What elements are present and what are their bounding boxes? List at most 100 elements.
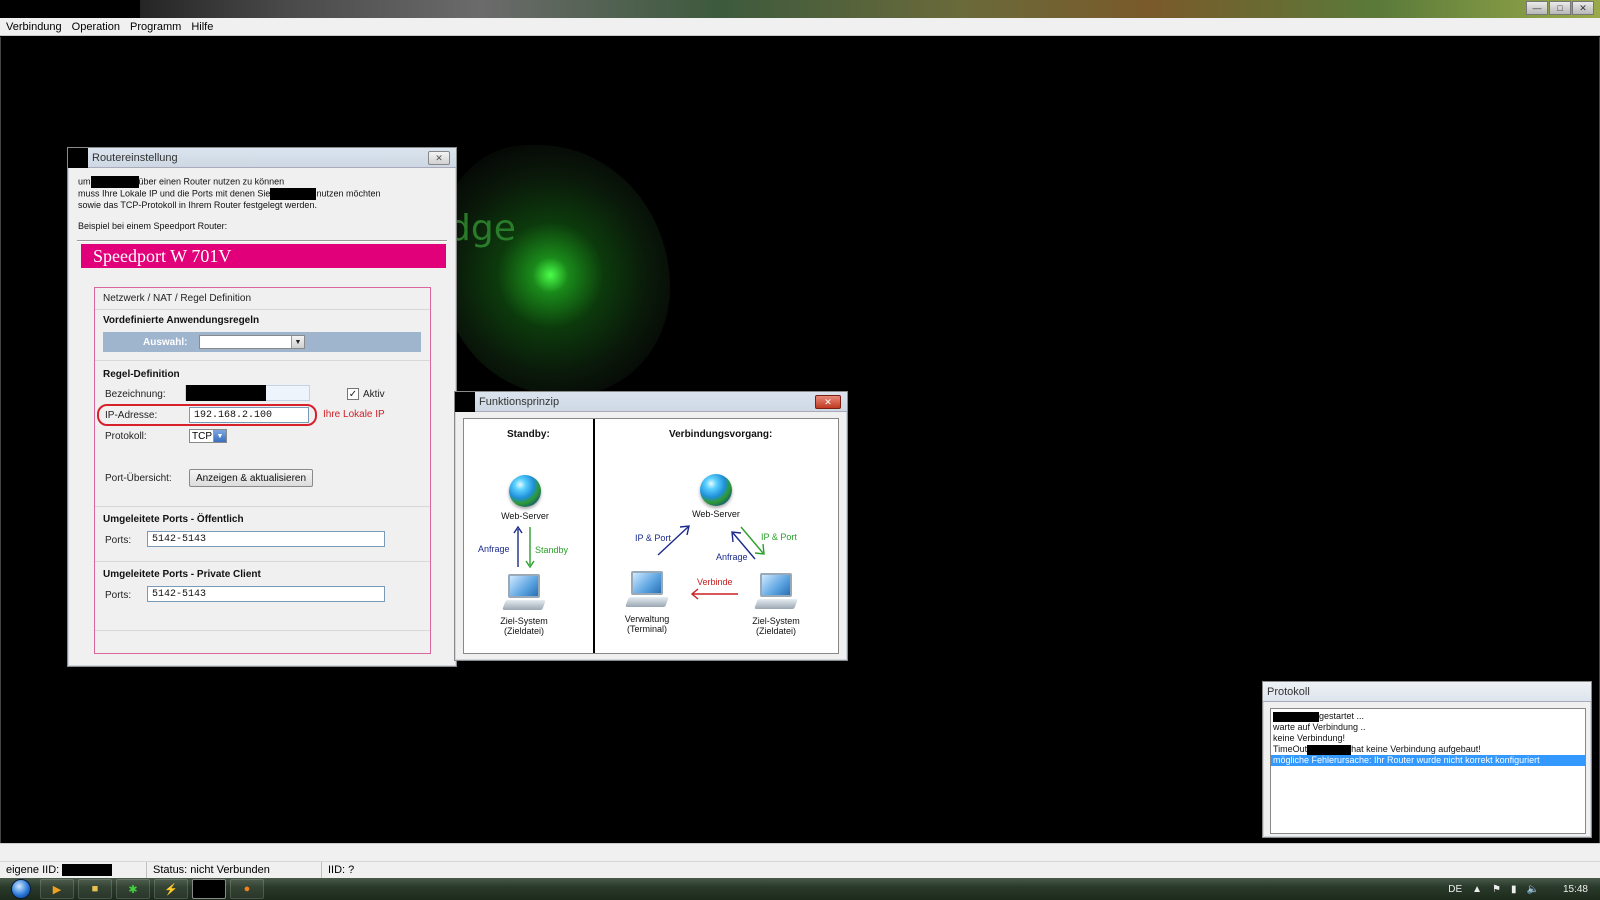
minimize-icon: —: [1532, 2, 1542, 13]
redacted-text: [1307, 744, 1352, 755]
rule-definition-title: Regel-Definition: [103, 369, 180, 380]
divider: [77, 240, 447, 242]
auswahl-select[interactable]: ▼: [199, 335, 305, 349]
clock[interactable]: 15:48: [1563, 884, 1588, 895]
protokoll-label: Protokoll:: [105, 431, 147, 442]
windows-logo-icon: [11, 879, 31, 899]
public-ports-title: Umgeleitete Ports - Öffentlich: [103, 514, 244, 525]
close-icon: ✕: [1579, 2, 1587, 13]
auswahl-label: Auswahl:: [143, 336, 188, 348]
title-redacted: [0, 0, 140, 18]
maximize-button[interactable]: □: [1549, 1, 1571, 15]
taskbar-app-button[interactable]: ⚡: [154, 879, 188, 899]
minimize-button[interactable]: —: [1526, 1, 1548, 15]
private-ports-input[interactable]: 5142-5143: [147, 586, 385, 602]
intro-text: sowie das TCP-Protokoll in Ihrem Router …: [78, 200, 317, 210]
redacted-text: [186, 385, 266, 401]
intro-text: um: [78, 176, 91, 187]
divider: [95, 506, 430, 507]
router-dialog-close-button[interactable]: ✕: [428, 151, 450, 165]
verwaltung-label: Verwaltung (Terminal): [612, 614, 682, 634]
tool-icon: ⚡: [164, 883, 178, 896]
globe-icon: [509, 475, 541, 507]
ip-address-input[interactable]: 192.168.2.100: [189, 407, 309, 423]
speedport-banner: Speedport W 701V: [81, 244, 446, 268]
log-text: keine Verbindung!: [1273, 733, 1346, 743]
statusbar: eigene IID: Status: nicht Verbunden IID:…: [0, 861, 1600, 878]
system-tray: DE ▲ ⚑ ▮ 🔈 15:48: [1448, 878, 1588, 900]
window-titlebar[interactable]: — □ ✕: [0, 0, 1600, 18]
menu-hilfe[interactable]: Hilfe: [187, 21, 217, 33]
ziel-system-label: Ziel-System (Zieldatei): [741, 616, 811, 636]
menu-verbindung[interactable]: Verbindung: [2, 21, 66, 33]
window-controls: — □ ✕: [1526, 1, 1594, 15]
close-button[interactable]: ✕: [1572, 1, 1594, 15]
ip-port-label-left: IP & Port: [635, 533, 671, 543]
ziel-system-label: Ziel-System (Zieldatei): [489, 616, 559, 636]
app-icon: [455, 391, 475, 412]
computer-icon: [502, 574, 546, 612]
flag-icon[interactable]: ⚑: [1492, 884, 1501, 895]
private-ports-title: Umgeleitete Ports - Private Client: [103, 569, 261, 580]
log-line[interactable]: keine Verbindung!: [1271, 733, 1585, 744]
divider: [95, 360, 430, 361]
language-indicator[interactable]: DE: [1448, 884, 1462, 895]
router-dialog-title: Routereinstellung: [92, 151, 178, 164]
log-line[interactable]: gestartet ...: [1271, 711, 1585, 722]
ziel-line: (Zieldatei): [503, 626, 544, 636]
public-ports-input[interactable]: 5142-5143: [147, 531, 385, 547]
protokoll-log[interactable]: gestartet ... warte auf Verbindung .. ke…: [1270, 708, 1586, 834]
taskbar-media-player-button[interactable]: ▶: [40, 879, 74, 899]
protokoll-titlebar: Protokoll: [1263, 682, 1591, 702]
chevron-up-icon[interactable]: ▲: [1472, 884, 1482, 895]
check-icon: ✓: [348, 388, 358, 400]
standby-heading: Standby:: [507, 429, 550, 440]
anzeigen-aktualisieren-button[interactable]: Anzeigen & aktualisieren: [189, 469, 313, 487]
aktiv-label: Aktiv: [363, 389, 385, 400]
intro-text: über einen Router nutzen zu können: [138, 176, 285, 187]
menu-programm[interactable]: Programm: [126, 21, 185, 33]
ziel-line: (Zieldatei): [755, 626, 796, 636]
verbinde-arrow: [690, 588, 738, 600]
app-root: — □ ✕ Verbindung Operation Programm Hilf…: [0, 0, 1600, 900]
intro-text: muss Ihre Lokale IP und die Ports mit de…: [78, 188, 271, 199]
bezeichnung-input[interactable]: [185, 385, 310, 401]
router-dialog-titlebar[interactable]: Routereinstellung ✕: [68, 147, 456, 168]
network-icon[interactable]: ▮: [1511, 884, 1517, 895]
menu-operation[interactable]: Operation: [68, 21, 124, 33]
public-ports-label: Ports:: [105, 535, 132, 546]
protokoll-value: TCP: [192, 430, 212, 442]
taskbar-explorer-button[interactable]: ■: [78, 879, 112, 899]
taskbar-firefox-button[interactable]: ●: [230, 879, 264, 899]
port-overview-label: Port-Übersicht:: [105, 473, 172, 484]
diagonal-arrow-icon: [740, 526, 764, 554]
status-cell: Status: nicht Verbunden: [147, 862, 322, 878]
volume-icon[interactable]: 🔈: [1527, 884, 1539, 895]
nat-rule-panel: Netzwerk / NAT / Regel Definition Vordef…: [94, 287, 431, 654]
ziel-line: Ziel-System: [752, 616, 800, 626]
taskbar-active-app-button[interactable]: [192, 879, 226, 899]
function-diagram: Standby: Web-Server Anfrage Standby Ziel…: [463, 418, 839, 654]
funk-dialog-title: Funktionsprinzip: [479, 395, 560, 408]
log-line[interactable]: TimeOut hat keine Verbindung aufgebaut!: [1271, 744, 1585, 755]
log-text: hat keine Verbindung aufgebaut!: [1351, 744, 1481, 754]
horizontal-scrollbar[interactable]: [0, 843, 1600, 861]
diagram-divider: [593, 419, 595, 653]
funk-dialog-close-button[interactable]: ✕: [815, 395, 841, 409]
close-icon: ✕: [824, 396, 832, 407]
log-line-selected[interactable]: mögliche Fehlerursache: Ihr Router wurde…: [1271, 755, 1585, 766]
taskbar-app-button[interactable]: ✱: [116, 879, 150, 899]
globe-icon: [700, 474, 732, 506]
anfrage-label: Anfrage: [478, 544, 510, 554]
predefined-rules-title: Vordefinierte Anwendungsregeln: [103, 315, 260, 326]
start-button[interactable]: [6, 878, 36, 900]
protokoll-select[interactable]: TCP ▼: [189, 429, 227, 443]
log-line[interactable]: warte auf Verbindung ..: [1271, 722, 1585, 733]
router-intro-text: um über einen Router nutzen zu können mus…: [78, 176, 446, 232]
router-settings-dialog: Routereinstellung ✕ um über einen Router …: [67, 147, 457, 667]
log-text: warte auf Verbindung ..: [1273, 722, 1366, 732]
aktiv-checkbox[interactable]: ✓: [347, 388, 359, 400]
eigene-iid-label: eigene IID:: [6, 864, 60, 876]
web-server-label: Web-Server: [501, 511, 549, 521]
funk-dialog-titlebar[interactable]: Funktionsprinzip ✕: [455, 391, 847, 412]
